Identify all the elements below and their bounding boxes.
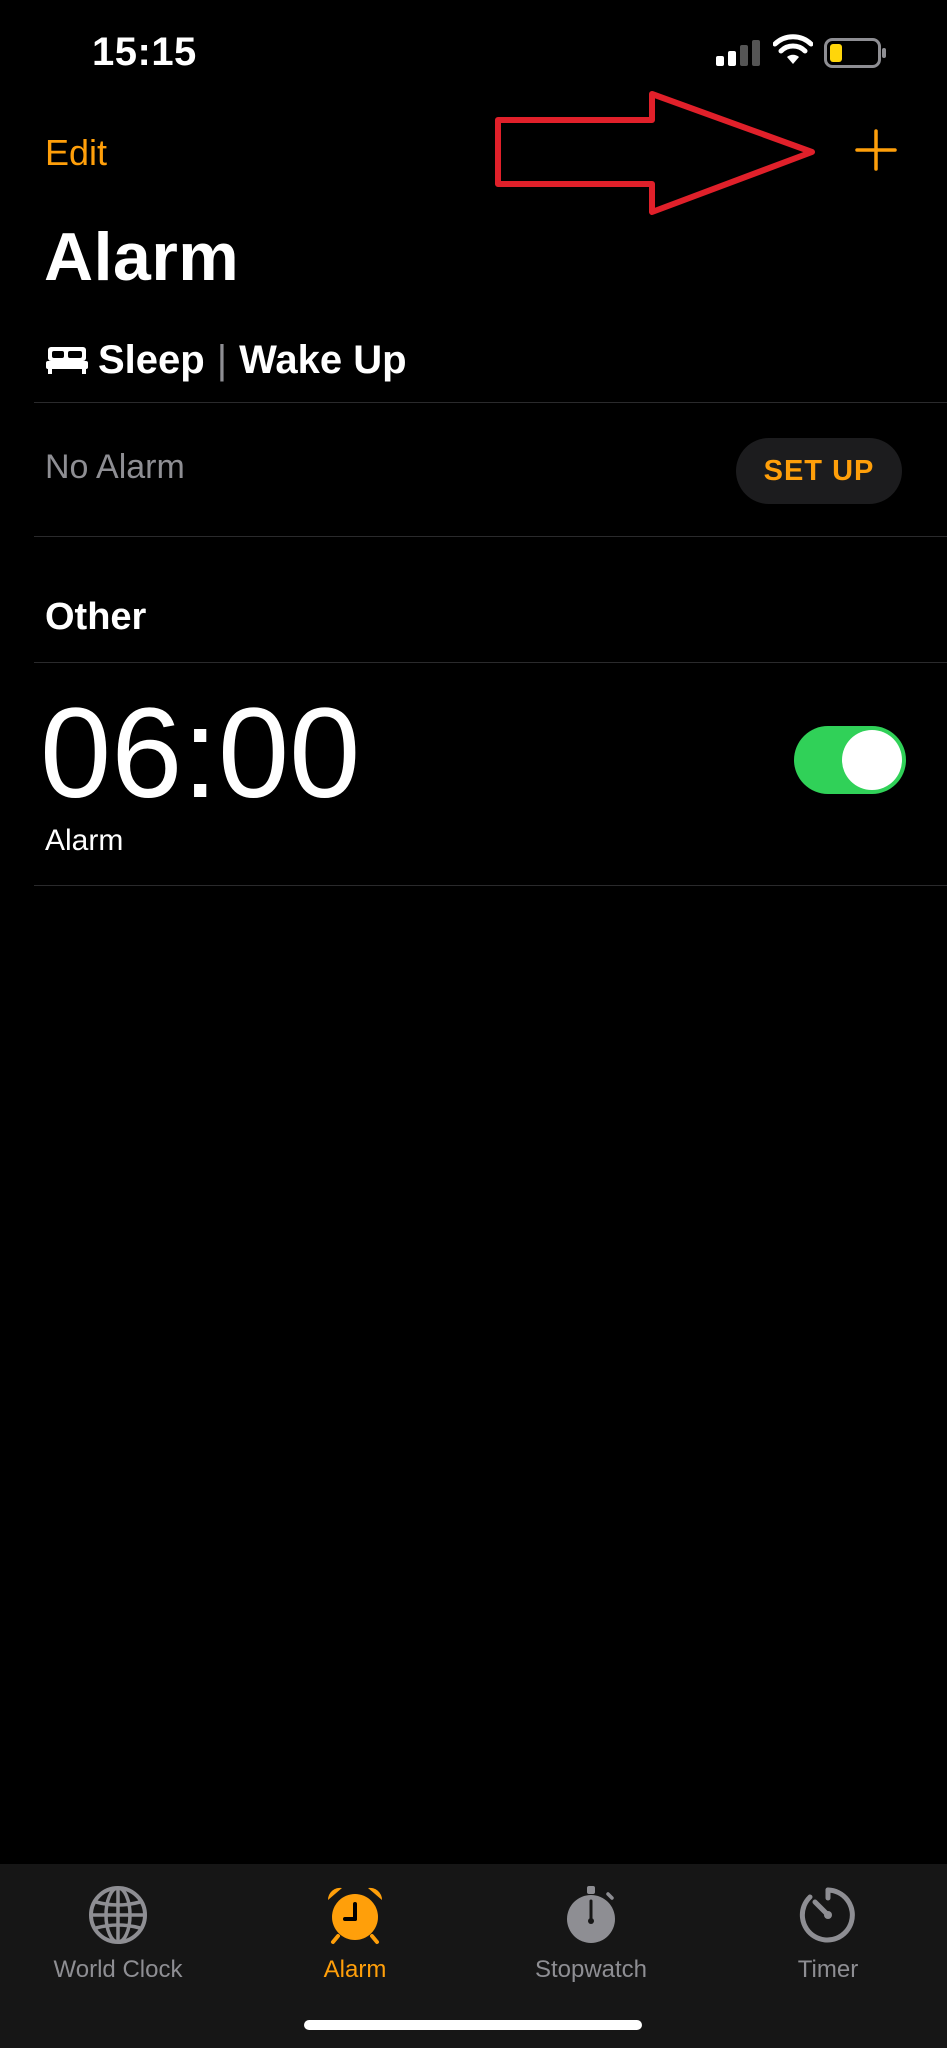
globe-icon (89, 1886, 147, 1944)
divider (34, 536, 947, 537)
tab-label: Timer (797, 1956, 859, 1983)
tab-label: Stopwatch (534, 1956, 648, 1983)
bed-icon (46, 347, 88, 374)
other-heading: Other (45, 596, 147, 638)
tab-alarm[interactable]: Alarm (237, 1884, 473, 1984)
tab-label: World Clock (53, 1956, 183, 1983)
divider (34, 662, 947, 663)
tab-stopwatch[interactable]: Stopwatch (473, 1884, 709, 1984)
edit-button[interactable]: Edit (45, 132, 107, 174)
alarm-toggle[interactable] (794, 726, 906, 794)
toggle-knob (842, 730, 902, 790)
plus-icon[interactable] (852, 126, 900, 174)
sleep-wake-header: Sleep | Wake Up (46, 336, 407, 384)
tab-label: Alarm (323, 1956, 387, 1983)
alarm-clock-icon (327, 1887, 383, 1944)
wifi-icon (773, 34, 813, 64)
home-indicator[interactable] (304, 2020, 642, 2030)
wake-up-label: Wake Up (239, 337, 407, 382)
sleep-status: No Alarm (45, 448, 185, 486)
stopwatch-icon (567, 1886, 615, 1943)
sleep-label: Sleep (98, 337, 205, 382)
battery-icon (824, 38, 886, 68)
page-title: Alarm (44, 219, 240, 295)
alarm-time[interactable]: 06:00 (40, 680, 360, 827)
alarm-label: Alarm (45, 824, 124, 857)
signal-icon (716, 40, 760, 66)
divider (34, 885, 947, 886)
sleep-separator: | (216, 337, 228, 382)
divider (34, 402, 947, 403)
tab-world-clock[interactable]: World Clock (0, 1884, 236, 1984)
set-up-button[interactable]: SET UP (736, 438, 902, 504)
timer-icon (799, 1887, 855, 1943)
red-arrow-annotation (495, 91, 815, 215)
status-time: 15:15 (92, 30, 197, 74)
tab-timer[interactable]: Timer (710, 1884, 946, 1984)
